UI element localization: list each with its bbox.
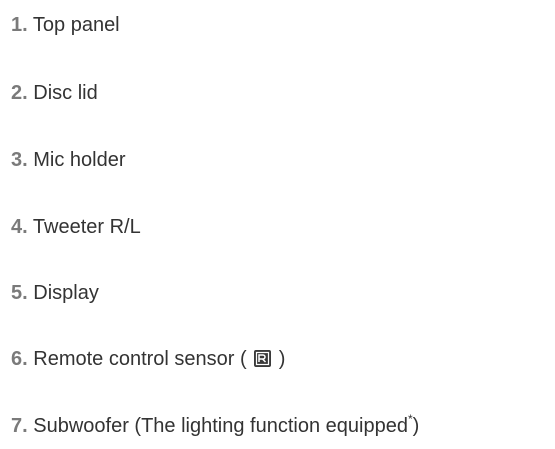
item-number: 7. [11,415,28,437]
list-item: 5. Display [11,281,99,305]
item-label: Mic holder [33,149,126,171]
item-number: 3. [11,149,28,171]
item-label: Top panel [32,14,120,36]
item-label: Subwoofer (The lighting function equippe… [33,415,408,437]
list-item: 7. Subwoofer (The lighting function equi… [11,413,420,438]
item-number: 2. [11,82,28,104]
item-label: Display [33,282,99,304]
list-item: 1. Top panel [11,13,120,37]
item-number: 1. [11,14,28,36]
item-label: Disc lid [33,82,98,104]
list-item: 6. Remote control sensor ( ) [11,347,285,371]
item-number: 6. [11,348,28,370]
remote-sensor-icon [254,350,272,367]
item-number: 5. [11,282,28,304]
item-label: Tweeter R/L [32,216,141,238]
list-item: 2. Disc lid [11,81,98,105]
item-label-close: ) [412,415,420,437]
item-label: Remote control sensor ( [33,348,247,370]
item-label-close: ) [278,348,286,370]
list-item: 3. Mic holder [11,148,126,172]
item-number: 4. [11,216,28,238]
list-item: 4. Tweeter R/L [11,215,141,239]
